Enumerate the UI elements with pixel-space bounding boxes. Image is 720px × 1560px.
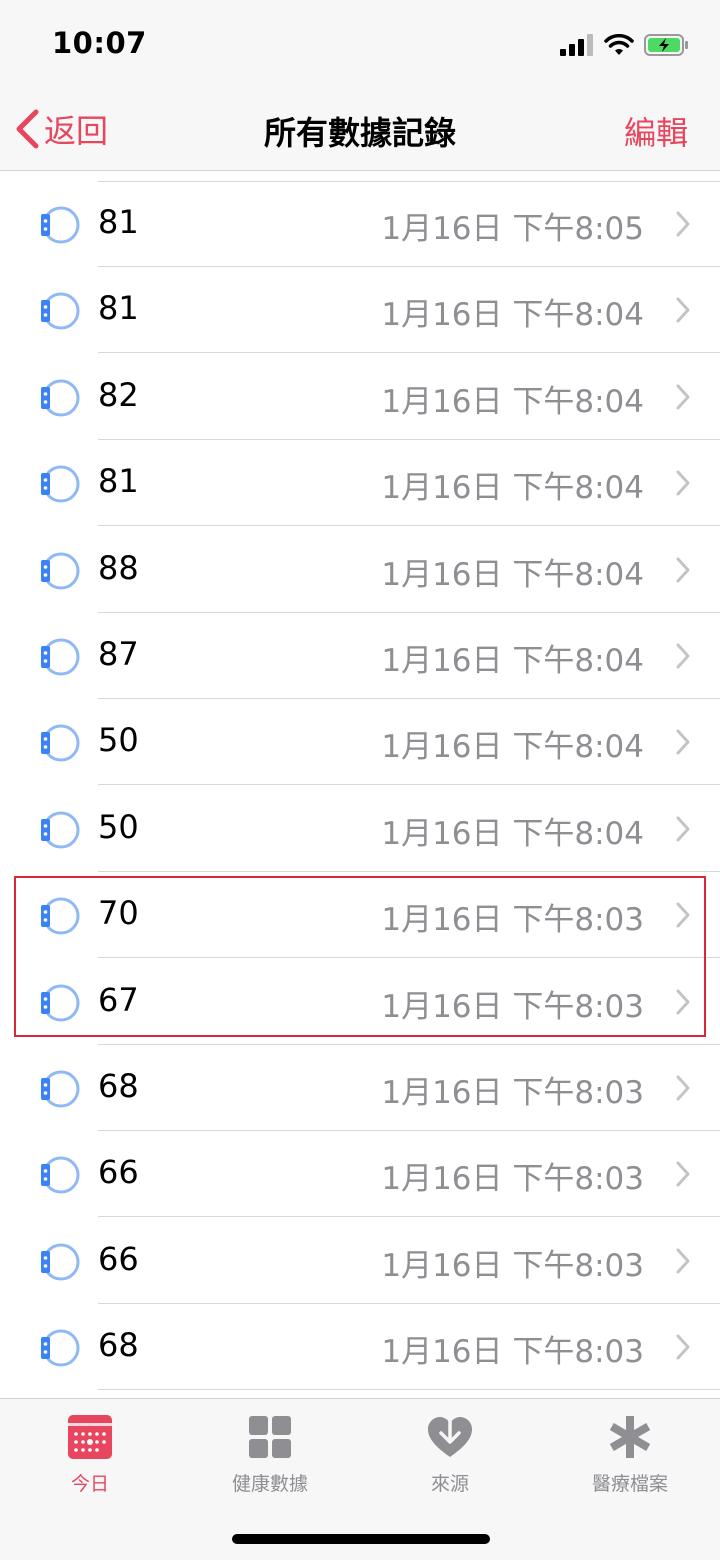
- record-date: 1月16日 下午8:04: [381, 643, 644, 679]
- chevron-right-icon: [676, 902, 690, 928]
- record-value: 88: [98, 548, 139, 587]
- record-date: 1月16日 下午8:04: [381, 297, 644, 334]
- tab-medical-id[interactable]: 醫療檔案: [540, 1413, 720, 1496]
- record-value: 81: [98, 289, 139, 328]
- record-value: 70: [98, 894, 139, 933]
- apple-watch-icon: [41, 379, 80, 417]
- chevron-right-icon: [676, 1161, 690, 1187]
- record-value: 66: [98, 1239, 139, 1278]
- table-row[interactable]: 50 1月16日 下午8:04: [0, 699, 720, 786]
- chevron-right-icon: [676, 297, 690, 323]
- cellular-signal-icon: [560, 34, 593, 56]
- wifi-icon: [604, 34, 634, 55]
- record-date: 1月16日 下午8:05: [381, 211, 644, 247]
- apple-watch-icon: [41, 638, 80, 676]
- tab-health-data[interactable]: 健康數據: [180, 1413, 360, 1496]
- battery-charging-icon: [644, 34, 688, 56]
- row-separator: [98, 1389, 720, 1391]
- table-row[interactable]: 81 1月16日 下午8:04: [0, 440, 720, 527]
- apple-watch-icon: [41, 1156, 80, 1194]
- chevron-right-icon: [676, 729, 690, 755]
- tab-sources-label: 來源: [430, 1473, 469, 1495]
- table-row[interactable]: 87 1月16日 下午8:04: [0, 613, 720, 699]
- apple-watch-icon: [41, 897, 80, 935]
- table-row[interactable]: 68 1月16日 下午8:03: [0, 1304, 720, 1391]
- table-row[interactable]: 81 1月16日 下午8:05: [0, 181, 720, 267]
- record-date: 1月16日 下午8:03: [381, 1334, 644, 1371]
- record-value: 50: [98, 721, 139, 760]
- chevron-right-icon: [676, 816, 690, 842]
- record-value: 50: [98, 807, 139, 846]
- chevron-right-icon: [676, 1075, 690, 1101]
- table-row[interactable]: 66 1月16日 下午8:03: [0, 1131, 720, 1218]
- apple-watch-icon: [41, 1070, 80, 1108]
- apple-watch-icon: [41, 552, 80, 590]
- tab-today[interactable]: 今日: [0, 1413, 180, 1496]
- chevron-right-icon: [676, 1248, 690, 1274]
- asterisk-icon: [609, 1416, 651, 1458]
- apple-watch-icon: [41, 724, 80, 762]
- record-value: 67: [98, 980, 139, 1019]
- chevron-right-icon: [676, 1334, 690, 1360]
- chevron-right-icon: [676, 643, 690, 669]
- record-date: 1月16日 下午8:03: [381, 988, 644, 1025]
- chevron-right-icon: [676, 470, 690, 496]
- record-date: 1月16日 下午8:04: [381, 470, 644, 507]
- record-value: 68: [98, 1067, 139, 1105]
- grid-icon: [249, 1416, 291, 1458]
- navigation-bar: 返回 所有數據記錄 編輯: [0, 88, 720, 171]
- apple-watch-icon: [41, 206, 80, 244]
- calendar-icon: [68, 1415, 112, 1459]
- apple-watch-icon: [41, 292, 80, 330]
- record-value: 66: [98, 1153, 139, 1192]
- records-list[interactable]: 81 1月16日 下午8:05 81 1月16日 下午8:04 82 1月16日 下午8:…: [0, 171, 720, 1398]
- edit-button[interactable]: 編輯: [624, 108, 688, 154]
- table-row[interactable]: 70 1月16日 下午8:03: [0, 872, 720, 959]
- home-indicator: [232, 1534, 490, 1544]
- tab-sources[interactable]: 來源: [360, 1413, 540, 1496]
- table-row[interactable]: 67 1月16日 下午8:03: [0, 959, 720, 1045]
- table-row[interactable]: 82 1月16日 下午8:04: [0, 354, 720, 440]
- record-date: 1月16日 下午8:03: [381, 1247, 644, 1284]
- record-date: 1月16日 下午8:04: [381, 383, 644, 420]
- record-value: 87: [98, 635, 139, 673]
- status-bar: 10:07: [0, 0, 720, 88]
- record-date: 1月16日 下午8:03: [381, 902, 644, 939]
- chevron-right-icon: [676, 557, 690, 583]
- chevron-right-icon: [676, 384, 690, 410]
- record-value: 82: [98, 375, 139, 414]
- record-value: 68: [98, 1326, 139, 1365]
- record-value: 81: [98, 462, 139, 501]
- table-row[interactable]: 68 1月16日 下午8:03: [0, 1045, 720, 1131]
- record-date: 1月16日 下午8:04: [381, 815, 644, 852]
- record-date: 1月16日 下午8:04: [381, 556, 644, 593]
- table-row[interactable]: 88 1月16日 下午8:04: [0, 527, 720, 613]
- table-row[interactable]: 50 1月16日 下午8:04: [0, 786, 720, 872]
- record-date: 1月16日 下午8:03: [381, 1075, 644, 1111]
- tab-health-data-label: 健康數據: [231, 1473, 308, 1495]
- apple-watch-icon: [41, 811, 80, 849]
- status-time: 10:07: [52, 26, 147, 60]
- apple-watch-icon: [41, 465, 80, 503]
- tab-today-label: 今日: [70, 1473, 109, 1495]
- table-row[interactable]: 66 1月16日 下午8:03: [0, 1218, 720, 1304]
- record-value: 81: [98, 203, 139, 241]
- chevron-right-icon: [676, 989, 690, 1015]
- heart-download-icon: [428, 1413, 472, 1457]
- chevron-right-icon: [676, 211, 690, 237]
- apple-watch-icon: [41, 1243, 80, 1281]
- apple-watch-icon: [41, 984, 80, 1022]
- tab-medical-id-label: 醫療檔案: [591, 1473, 668, 1495]
- page-title: 所有數據記錄: [263, 114, 456, 152]
- record-date: 1月16日 下午8:03: [381, 1161, 644, 1198]
- table-row[interactable]: 81 1月16日 下午8:04: [0, 267, 720, 354]
- record-date: 1月16日 下午8:04: [381, 729, 644, 766]
- apple-watch-icon: [41, 1329, 80, 1367]
- status-icons: [560, 30, 690, 60]
